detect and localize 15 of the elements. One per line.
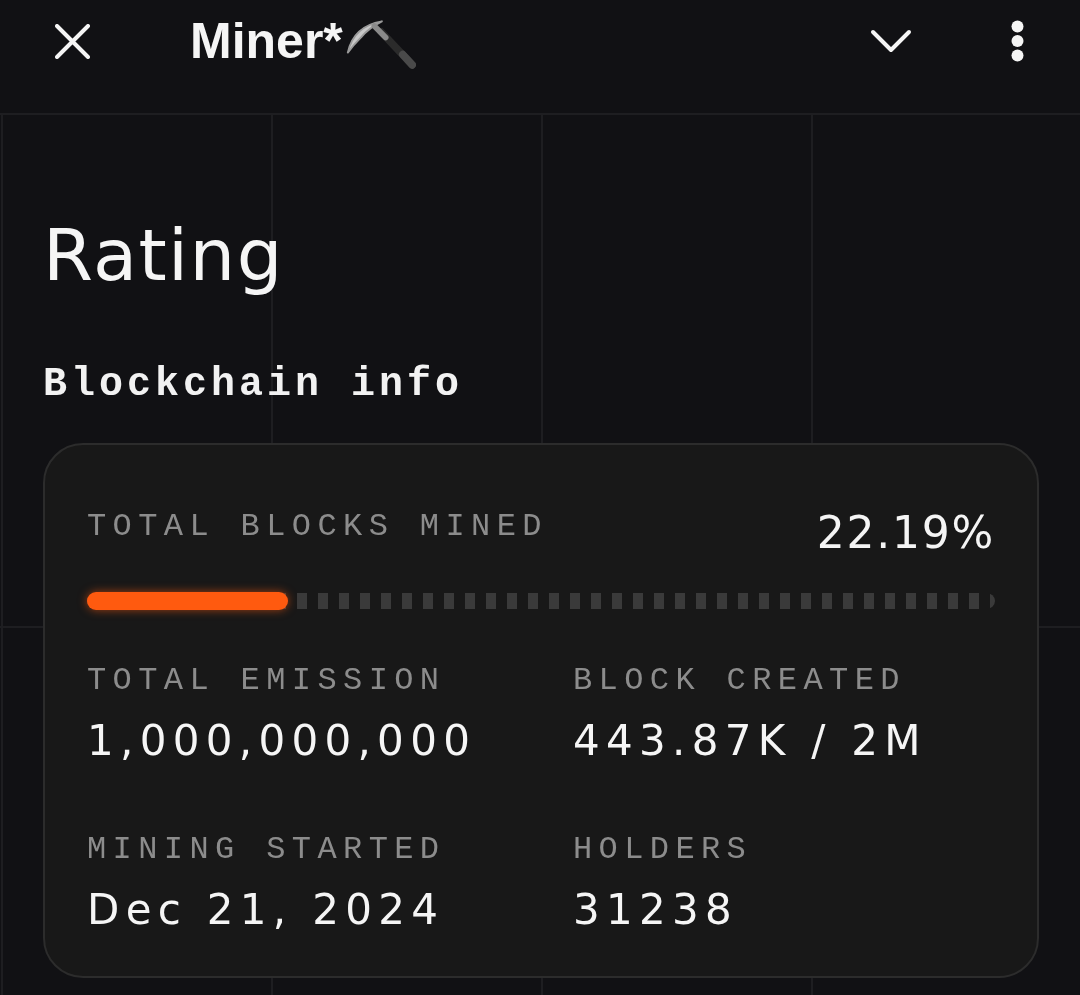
chevron-down-icon[interactable] [870, 29, 912, 53]
stat-label: BLOCK CREATED [573, 665, 906, 697]
stat-value: 1,000,000,000 [87, 720, 477, 762]
window-title: Miner* [190, 16, 343, 66]
stat-label: TOTAL BLOCKS MINED [87, 511, 548, 543]
progress-value: 22.19% [816, 511, 995, 555]
stat-value: Dec 21, 2024 [87, 889, 445, 931]
stat-label: TOTAL EMISSION [87, 665, 446, 697]
stat-label: MINING STARTED [87, 834, 446, 866]
close-icon[interactable] [55, 23, 90, 59]
more-icon[interactable] [1011, 20, 1024, 62]
section-title: Blockchain info [43, 365, 464, 405]
stat-label: HOLDERS [573, 834, 753, 866]
stat-value: 443.87K / 2M [573, 720, 927, 762]
stat-value: 31238 [573, 889, 739, 931]
